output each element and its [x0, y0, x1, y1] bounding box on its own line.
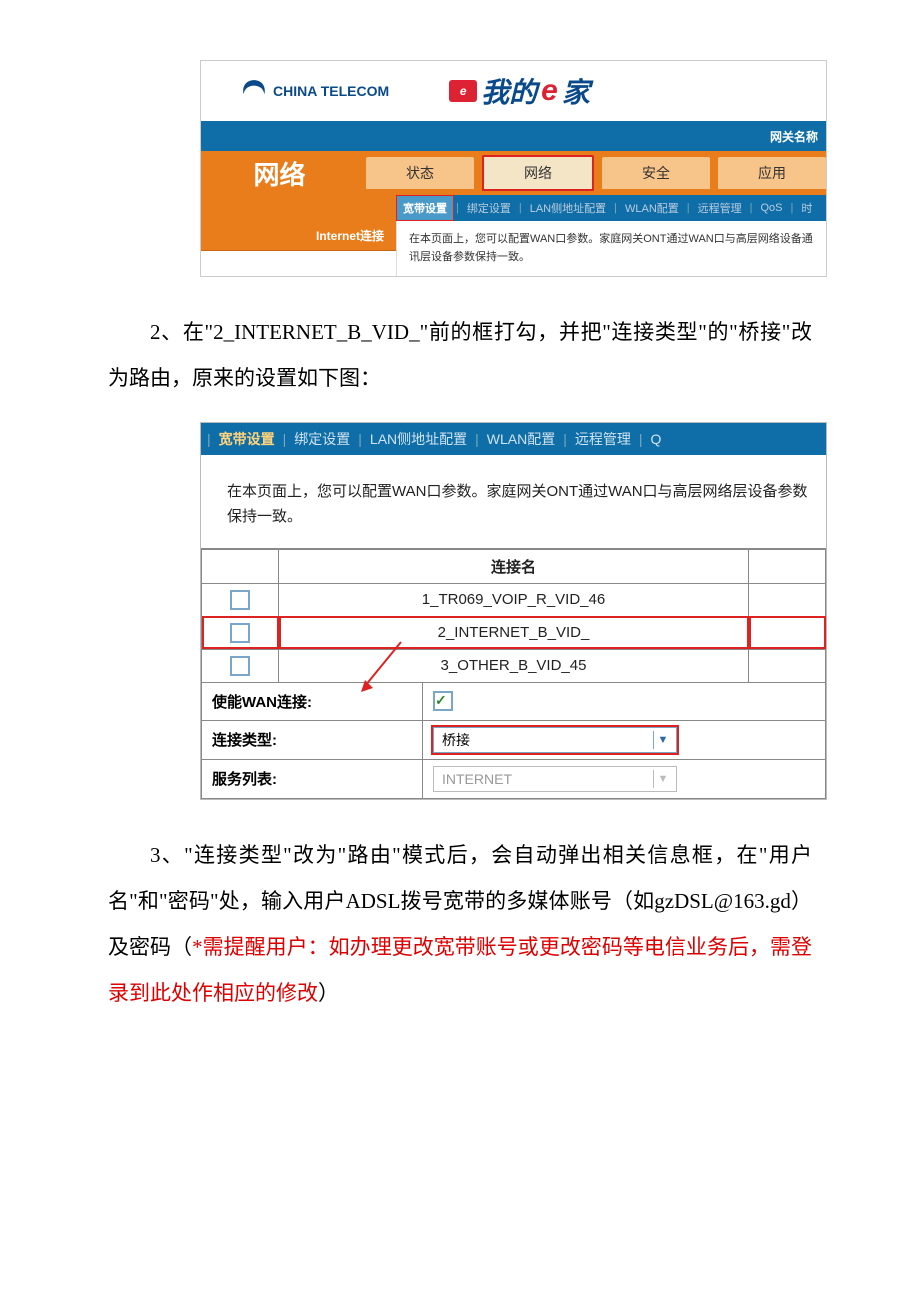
chevron-down-icon: ▼: [653, 731, 672, 749]
fig1-subtabs-left-spacer: [201, 195, 396, 221]
wan-connections-table: 连接名 1_TR069_VOIP_R_VID_46 2_INTERNET_B_V…: [201, 548, 826, 683]
tab-application[interactable]: 应用: [718, 157, 826, 189]
fig2-tab-lan[interactable]: LAN侧地址配置: [364, 429, 473, 449]
ehome-text-1: 我的: [481, 71, 537, 111]
conn-type-label: 连接类型:: [202, 721, 423, 759]
checkbox-row-3[interactable]: [230, 656, 250, 676]
row-enable-wan: 使能WAN连接:: [201, 683, 826, 721]
fig1-sidebar: Internet连接: [201, 221, 397, 276]
service-list-value: INTERNET: [442, 771, 512, 787]
ehome-text-2: 家: [562, 71, 590, 111]
subtab-lan[interactable]: LAN侧地址配置: [524, 200, 612, 216]
table-row: 1_TR069_VOIP_R_VID_46: [202, 583, 826, 616]
paragraph-step-3: 3、"连接类型"改为"路由"模式后，会自动弹出相关信息框，在"用户名"和"密码"…: [108, 832, 812, 1017]
telecom-swirl-icon: [241, 78, 267, 104]
fig1-section-title: 网络: [201, 151, 358, 195]
tab-security[interactable]: 安全: [602, 157, 710, 189]
row-service-list: 服务列表: INTERNET ▼: [201, 760, 826, 799]
sep: |: [789, 202, 796, 214]
fig2-description: 在本页面上，您可以配置WAN口参数。家庭网关ONT通过WAN口与高层网络层设备参…: [201, 455, 826, 548]
fig1-body: Internet连接 在本页面上，您可以配置WAN口参数。家庭网关ONT通过WA…: [201, 221, 826, 276]
table-row: 2_INTERNET_B_VID_: [202, 616, 826, 649]
router-admin-screenshot-1: CHINA TELECOM e 我的e家 网关名称 网络 状态 网络 安全 应用…: [200, 60, 827, 277]
service-list-label: 服务列表:: [202, 760, 423, 798]
conn-name-3: 3_OTHER_B_VID_45: [279, 649, 749, 682]
table-row: 3_OTHER_B_VID_45: [202, 649, 826, 682]
fig2-tab-remote[interactable]: 远程管理: [569, 429, 637, 449]
checkbox-row-2[interactable]: [230, 623, 250, 643]
chevron-down-icon: ▼: [653, 770, 672, 788]
router-admin-screenshot-2: | 宽带设置 | 绑定设置 | LAN侧地址配置 | WLAN配置 | 远程管理…: [200, 422, 827, 800]
sep: |: [517, 202, 524, 214]
row-conn-type: 连接类型: 桥接 ▼: [201, 721, 826, 760]
ehome-logo: e 我的e家: [449, 71, 590, 111]
sep: |: [454, 202, 461, 214]
fig1-header: CHINA TELECOM e 我的e家: [201, 61, 826, 121]
fig2-tabs: | 宽带设置 | 绑定设置 | LAN侧地址配置 | WLAN配置 | 远程管理…: [201, 423, 826, 455]
subtab-time[interactable]: 时: [795, 200, 818, 216]
fig1-subtabs-row: 宽带设置 | 绑定设置 | LAN侧地址配置 | WLAN配置 | 远程管理 |…: [201, 195, 826, 221]
table-header-checkbox: [202, 549, 279, 584]
fig2-tab-wlan[interactable]: WLAN配置: [481, 429, 561, 449]
paragraph-step-2: 2、在"2_INTERNET_B_VID_"前的框打勾，并把"连接类型"的"桥接…: [108, 309, 812, 401]
enable-wan-label: 使能WAN连接:: [202, 683, 423, 720]
tab-status[interactable]: 状态: [366, 157, 474, 189]
sidebar-item-internet[interactable]: Internet连接: [201, 221, 396, 251]
fig2-tab-binding[interactable]: 绑定设置: [288, 429, 356, 449]
sep: |: [685, 202, 692, 214]
fig1-subtabs: 宽带设置 | 绑定设置 | LAN侧地址配置 | WLAN配置 | 远程管理 |…: [396, 195, 826, 221]
ehome-e: e: [541, 74, 558, 108]
fig1-main-tabs-row: 网络 状态 网络 安全 应用: [201, 151, 826, 195]
subtab-broadband[interactable]: 宽带设置: [396, 195, 454, 221]
subtab-wlan[interactable]: WLAN配置: [619, 200, 685, 216]
subtab-binding[interactable]: 绑定设置: [461, 200, 517, 216]
ehome-badge-icon: e: [449, 80, 477, 102]
service-list-dropdown[interactable]: INTERNET ▼: [433, 766, 677, 792]
gateway-name-label: 网关名称: [770, 128, 818, 145]
sep: |: [748, 202, 755, 214]
china-telecom-logo: CHINA TELECOM: [241, 78, 389, 104]
fig2-tab-broadband[interactable]: 宽带设置: [213, 429, 281, 449]
table-header-conn-name: 连接名: [279, 549, 749, 584]
subtab-remote[interactable]: 远程管理: [692, 200, 748, 216]
fig1-tabs: 状态 网络 安全 应用: [358, 151, 826, 195]
fig2-tab-q[interactable]: Q: [645, 431, 668, 447]
sep: |: [612, 202, 619, 214]
logo-subtext: CHINA TELECOM: [273, 83, 389, 99]
conn-type-value: 桥接: [442, 730, 470, 750]
fig1-status-bar: 网关名称: [201, 121, 826, 151]
para2-text: 2、在"2_INTERNET_B_VID_"前的框打勾，并把"连接类型"的"桥接…: [108, 320, 812, 390]
tab-network[interactable]: 网络: [482, 155, 594, 191]
para3-c: ）: [318, 981, 339, 1005]
subtab-qos[interactable]: QoS: [754, 202, 788, 214]
para3-warning: *需提醒用户：如办理更改宽带账号或更改密码等电信业务后，需登录到此处作相应的修改: [108, 935, 812, 1005]
fig1-content-text: 在本页面上，您可以配置WAN口参数。家庭网关ONT通过WAN口与高层网络设备通讯…: [397, 221, 826, 276]
conn-name-1: 1_TR069_VOIP_R_VID_46: [279, 583, 749, 616]
checkbox-row-1[interactable]: [230, 590, 250, 610]
conn-type-dropdown[interactable]: 桥接 ▼: [433, 727, 677, 753]
enable-wan-checkbox[interactable]: [433, 691, 453, 711]
table-header-extra: [749, 549, 826, 584]
conn-name-2: 2_INTERNET_B_VID_: [279, 616, 749, 649]
